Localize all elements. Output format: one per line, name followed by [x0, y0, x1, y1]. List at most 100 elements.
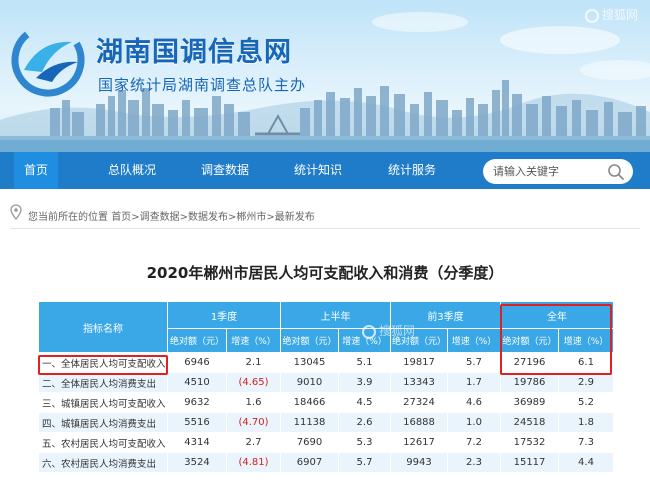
table-cell: 1.7 — [447, 372, 501, 393]
table-cell: 7690 — [280, 432, 339, 453]
subheader-growth: 增速（%） — [558, 328, 614, 353]
table-cell: 18466 — [280, 392, 339, 413]
subheader-growth: 增速（%） — [226, 328, 281, 353]
table-cell: 7.3 — [558, 432, 614, 453]
breadcrumb-home[interactable]: 首页 — [111, 212, 131, 223]
subheader-absolute: 绝对额（元） — [500, 328, 559, 353]
subheader-absolute: 绝对额（元） — [280, 328, 339, 353]
period-header-q1: 1季度 — [167, 301, 281, 329]
table-cell: 11138 — [280, 412, 339, 433]
site-title: 湖南国调信息网 — [96, 37, 292, 68]
table-cell: 4314 — [167, 432, 227, 453]
nav-item-home[interactable]: 首页 — [14, 152, 58, 189]
table-cell: 4.5 — [338, 392, 391, 413]
table-row: 三、城镇居民人均可支配收入 9632 1.6 18466 4.5 27324 4… — [38, 392, 614, 413]
table-cell: 17532 — [500, 432, 559, 453]
subheader-absolute: 绝对额（元） — [167, 328, 227, 353]
table-cell: 13045 — [280, 352, 339, 373]
table-cell: 3524 — [167, 452, 227, 473]
breadcrumb-separator: > — [179, 212, 188, 223]
row-name: 六、农村居民人均消费支出 — [38, 452, 168, 473]
table-cell: 13343 — [390, 372, 448, 393]
table-cell: 12617 — [390, 432, 448, 453]
table-row: 四、城镇居民人均消费支出 5516 (4.70) 11138 2.6 16888… — [38, 412, 614, 433]
location-pin-icon — [10, 204, 22, 220]
income-consumption-table: 指标名称 1季度 上半年 前3季度 全年 绝对额（元） 增速（%） 绝对额（元）… — [38, 301, 614, 473]
period-header-year: 全年 — [500, 301, 614, 329]
table-row: 六、农村居民人均消费支出 3524 (4.81) 6907 5.7 9943 2… — [38, 452, 614, 473]
breadcrumb-text: 您当前所在的位置 首页>调查数据>数据发布>郴州市>最新发布 — [28, 208, 315, 223]
table-cell: 36989 — [500, 392, 559, 413]
watermark: 搜狐网 — [585, 6, 638, 23]
table-row: 五、农村居民人均可支配收入 4314 2.7 7690 5.3 12617 7.… — [38, 432, 614, 453]
table-cell: 6907 — [280, 452, 339, 473]
table-cell-negative: (4.81) — [226, 452, 281, 473]
table-cell-negative: (4.65) — [226, 372, 281, 393]
table-cell: 2.1 — [226, 352, 281, 373]
table-cell: 5.7 — [447, 352, 501, 373]
table-cell: 2.7 — [226, 432, 281, 453]
table-cell: 9010 — [280, 372, 339, 393]
site-logo-icon — [11, 23, 85, 97]
row-name: 二、全体居民人均消费支出 — [38, 372, 168, 393]
breadcrumb-data-release[interactable]: 数据发布 — [188, 212, 228, 223]
nav-item-about[interactable]: 总队概况 — [108, 152, 156, 189]
table-cell: 3.9 — [338, 372, 391, 393]
breadcrumb-prefix: 您当前所在的位置 — [28, 212, 108, 223]
nav-item-stats-knowledge[interactable]: 统计知识 — [294, 152, 342, 189]
table-cell: 5516 — [167, 412, 227, 433]
table-cell: 6946 — [167, 352, 227, 373]
subheader-growth: 增速（%） — [447, 328, 501, 353]
table-cell: 1.8 — [558, 412, 614, 433]
table-cell: 2.9 — [558, 372, 614, 393]
nav-item-survey-data[interactable]: 调查数据 — [201, 152, 249, 189]
watermark: 搜狐网 — [362, 322, 415, 339]
breadcrumb: 您当前所在的位置 首页>调查数据>数据发布>郴州市>最新发布 — [10, 201, 640, 229]
breadcrumb-separator: > — [266, 212, 275, 223]
table-cell: 24518 — [500, 412, 559, 433]
site-subtitle: 国家统计局湖南调查总队主办 — [98, 76, 307, 94]
table-cell: 5.2 — [558, 392, 614, 413]
table-cell: 4.4 — [558, 452, 614, 473]
table-row: 一、全体居民人均可支配收入 6946 2.1 13045 5.1 19817 5… — [38, 352, 614, 373]
table-cell: 1.6 — [226, 392, 281, 413]
nav-item-stats-service[interactable]: 统计服务 — [388, 152, 436, 189]
table-cell: 19817 — [390, 352, 448, 373]
table-cell: 9632 — [167, 392, 227, 413]
table-cell: 27196 — [500, 352, 559, 373]
table-cell: 1.0 — [447, 412, 501, 433]
row-name: 一、全体居民人均可支配收入 — [38, 352, 168, 373]
breadcrumb-latest[interactable]: 最新发布 — [275, 212, 315, 223]
table-cell: 27324 — [390, 392, 448, 413]
table-cell: 15117 — [500, 452, 559, 473]
search-box — [483, 159, 633, 184]
page-title: 2020年郴州市居民人均可支配收入和消费（分季度） — [146, 264, 504, 282]
breadcrumb-separator: > — [131, 212, 140, 223]
table-cell: 2.6 — [338, 412, 391, 433]
table-cell: 9943 — [390, 452, 448, 473]
watermark-icon — [362, 324, 376, 339]
table-cell: 5.7 — [338, 452, 391, 473]
breadcrumb-survey-data[interactable]: 调查数据 — [140, 212, 180, 223]
row-name: 三、城镇居民人均可支配收入 — [38, 392, 168, 413]
table-cell: 7.2 — [447, 432, 501, 453]
table-cell: 4.6 — [447, 392, 501, 413]
table-cell: 5.3 — [338, 432, 391, 453]
page: 湖南国调信息网 国家统计局湖南调查总队主办 搜狐网 首页 总队概况 调查数据 统… — [0, 0, 650, 492]
site-banner: 湖南国调信息网 国家统计局湖南调查总队主办 搜狐网 — [0, 0, 650, 152]
row-name: 五、农村居民人均可支配收入 — [38, 432, 168, 453]
table-cell: 2.3 — [447, 452, 501, 473]
table-row: 二、全体居民人均消费支出 4510 (4.65) 9010 3.9 13343 … — [38, 372, 614, 393]
table-header-row: 指标名称 1季度 上半年 前3季度 全年 — [38, 301, 614, 353]
table-cell: 5.1 — [338, 352, 391, 373]
table-cell: 4510 — [167, 372, 227, 393]
breadcrumb-chenzhou[interactable]: 郴州市 — [236, 212, 266, 223]
row-name: 四、城镇居民人均消费支出 — [38, 412, 168, 433]
watermark-icon — [585, 8, 599, 23]
search-input[interactable] — [493, 162, 603, 181]
search-icon[interactable] — [607, 163, 625, 181]
table-cell-negative: (4.70) — [226, 412, 281, 433]
table-cell: 16888 — [390, 412, 448, 433]
table-cell: 6.1 — [558, 352, 614, 373]
indicator-header: 指标名称 — [38, 301, 168, 353]
